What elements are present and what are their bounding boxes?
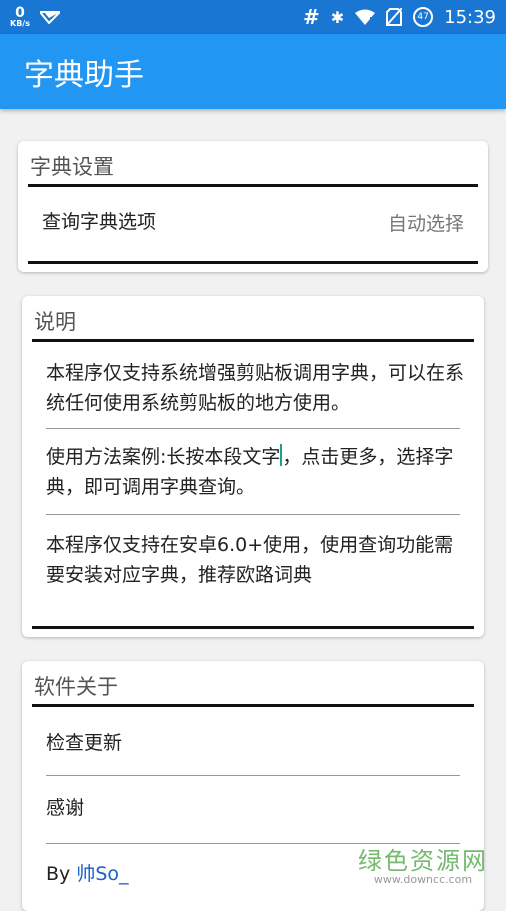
watermark: 绿色资源网 www.downcc.com [358,846,488,886]
description-title: 说明 [32,306,474,342]
thanks-label: 感谢 [46,797,85,819]
author-label: By 帅So_ [46,863,129,885]
description-para-3: 本程序仅支持在安卓6.0+使用，使用查询功能需要安装对应字典，推荐欧路词典 [46,534,454,586]
dict-settings-card: 字典设置 查询字典选项 自动选择 [18,141,488,272]
app-bar: 字典助手 [0,34,506,109]
about-divider-1 [46,775,460,776]
check-update-label: 检查更新 [46,732,123,754]
watermark-url: www.downcc.com [373,872,473,886]
description-bottom-rule [32,626,474,629]
description-card: 说明 本程序仅支持系统增强剪贴板调用字典，可以在系统任何使用系统剪贴板的地方使用… [22,296,484,637]
dict-option-value: 自动选择 [387,213,464,235]
dict-settings-bottom-rule [28,261,478,264]
thanks-row[interactable]: 感谢 [32,779,474,841]
dict-option-row[interactable]: 查询字典选项 自动选择 [28,189,478,255]
check-update-row[interactable]: 检查更新 [32,713,474,773]
battery-icon: 47 [413,7,434,27]
dict-settings-title: 字典设置 [28,151,478,187]
wifi-icon [355,9,376,25]
clock: 15:39 [444,6,496,28]
app-title: 字典助手 [24,57,144,93]
description-divider-2 [46,514,460,515]
send-icon [39,11,60,24]
about-divider-2 [46,843,460,844]
hash-icon: # [302,5,320,29]
dict-option-label: 查询字典选项 [42,211,157,233]
author-link[interactable]: 帅So_ [76,863,128,885]
description-divider-1 [46,428,460,429]
description-para-2: 使用方法案例:长按本段文字 ，点击更多，选择字典，即可调用字典查询。 [46,444,454,498]
status-bar: 0 KB/s # ✱ 47 15:39 [0,0,506,34]
bluetooth-icon: ✱ [330,7,345,27]
network-speed: 0 KB/s [10,5,30,28]
watermark-text: 绿色资源网 [358,846,488,875]
about-title: 软件关于 [32,671,474,707]
no-sim-icon [386,8,403,26]
description-para-1: 本程序仅支持系统增强剪贴板调用字典，可以在系统任何使用系统剪贴板的地方使用。 [46,362,465,414]
